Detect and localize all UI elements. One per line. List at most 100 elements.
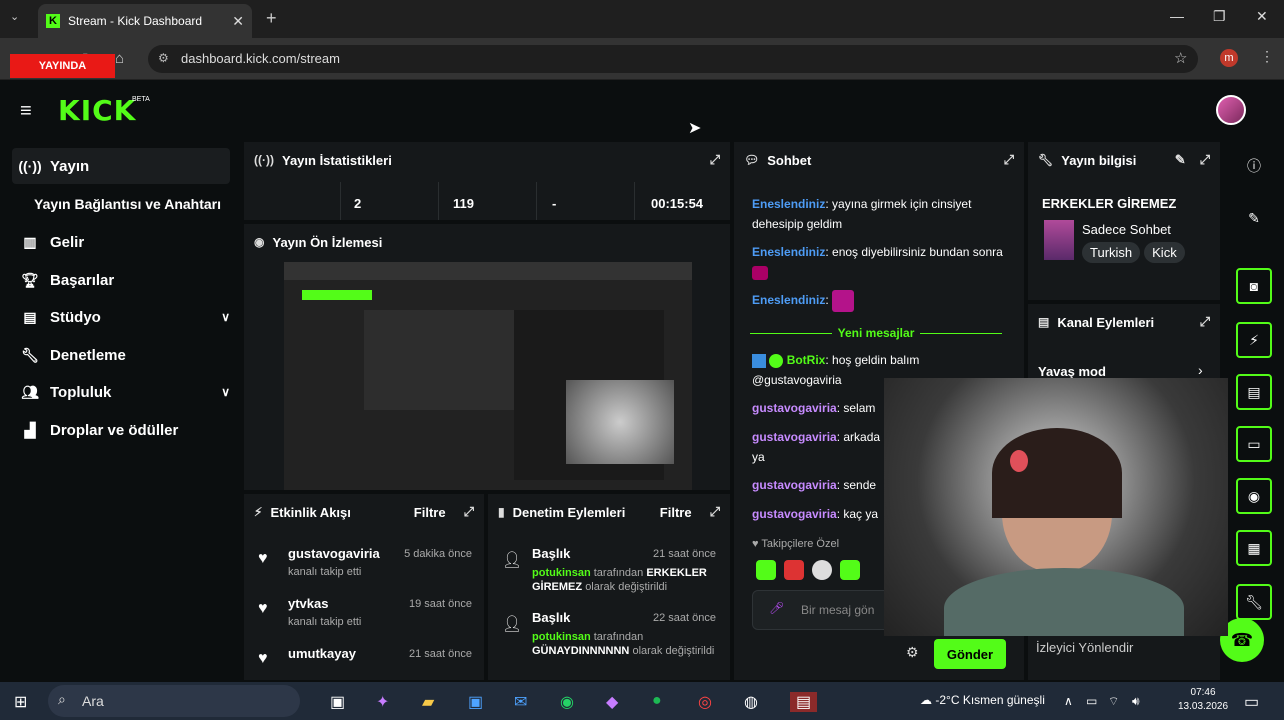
taskbar-clock[interactable]: 07:46 13.03.2026: [1178, 686, 1228, 714]
kick-logo[interactable]: KICK: [58, 94, 136, 127]
sidebar-item-basarilar[interactable]: 🏆︎ Başarılar: [12, 262, 230, 298]
document-icon[interactable]: ▤: [1236, 374, 1272, 410]
edit-pencil-icon[interactable]: ✎: [1175, 152, 1186, 168]
stream-preview-video[interactable]: [284, 262, 692, 490]
url-field[interactable]: ⚙ dashboard.kick.com/stream: [148, 45, 1198, 73]
copilot-icon[interactable]: ✦: [376, 692, 389, 712]
channel-icon[interactable]: ▦: [1236, 530, 1272, 566]
m365-icon[interactable]: ◆: [606, 692, 618, 712]
search-placeholder: Ara: [82, 693, 104, 709]
activity-user[interactable]: umutkayay: [288, 646, 356, 661]
file-explorer-icon[interactable]: ▰: [422, 692, 434, 712]
browser-tab-bar: ⌄ K Stream - Kick Dashboard ✕ + — ❐ ✕: [0, 0, 1284, 38]
mail-icon[interactable]: ✉: [514, 692, 527, 712]
broadcast-icon: ((·)): [18, 158, 42, 174]
volume-icon[interactable]: 🔊︎: [1132, 694, 1140, 709]
mic-icon[interactable]: 🎤︎: [769, 601, 784, 615]
new-tab-icon[interactable]: +: [266, 8, 277, 29]
preview-toggle-icon[interactable]: ◙: [1236, 268, 1272, 304]
maximize-icon[interactable]: ❐: [1213, 8, 1226, 25]
browser-tab[interactable]: K Stream - Kick Dashboard ✕: [38, 4, 252, 38]
broadcast-icon[interactable]: ◉: [1236, 478, 1272, 514]
edit-pencil-icon[interactable]: ✎: [1236, 200, 1272, 236]
minimize-icon[interactable]: —: [1170, 8, 1184, 24]
sidebar-item-stream-key[interactable]: Yayın Bağlantısı ve Anahtarı: [12, 186, 230, 222]
filter-button[interactable]: Filtre: [414, 505, 446, 520]
store-icon[interactable]: ▣: [468, 692, 483, 712]
new-messages-divider[interactable]: Yeni mesajlar: [744, 326, 1008, 340]
sidebar-item-droplar[interactable]: ▟ Droplar ve ödüller: [12, 412, 230, 448]
activity-user[interactable]: ytvkas: [288, 596, 328, 611]
spotify-icon[interactable]: ●: [652, 692, 662, 710]
chat-user[interactable]: Eneslendiniz: [752, 293, 825, 307]
settings-gear-icon[interactable]: ⚙: [906, 644, 919, 661]
expand-icon[interactable]: ⤢: [710, 152, 720, 168]
emote-icon[interactable]: [784, 560, 804, 580]
emote-icon[interactable]: [812, 560, 832, 580]
kick-favicon-icon: K: [46, 14, 60, 28]
wrench-icon[interactable]: 🔧︎: [1236, 584, 1272, 620]
expand-icon[interactable]: ⤢: [1200, 314, 1210, 330]
chat-user[interactable]: gustavogaviria: [752, 507, 837, 521]
slow-mode-item[interactable]: Yavaş mod: [1038, 364, 1106, 379]
emote-icon[interactable]: [756, 560, 776, 580]
filter-button[interactable]: Filtre: [660, 505, 692, 520]
windows-start-icon[interactable]: ⊞: [14, 692, 27, 712]
moderation-user[interactable]: potukinsan: [532, 567, 591, 579]
expand-icon[interactable]: ⤢: [1004, 152, 1014, 168]
sidebar-item-yayin[interactable]: ((·)) Yayın: [12, 148, 230, 184]
chat-user[interactable]: Eneslendiniz: [752, 245, 825, 259]
taskbar-search[interactable]: ⌕ Ara: [48, 685, 300, 717]
sidebar-item-studyo[interactable]: ▤ Stüdyo ∨: [12, 299, 230, 335]
moderation-user[interactable]: potukinsan: [532, 631, 591, 643]
chat-user[interactable]: gustavogaviria: [752, 401, 837, 415]
sidebar-item-denetleme[interactable]: 🔧︎ Denetleme: [12, 337, 230, 373]
panel-title: Kanal Eylemleri: [1057, 314, 1155, 330]
chevron-right-icon[interactable]: ›: [1198, 362, 1203, 378]
notification-icon[interactable]: ▭: [1244, 692, 1259, 712]
expand-icon[interactable]: ⤢: [1200, 152, 1210, 168]
tag-chip[interactable]: Kick: [1144, 242, 1185, 263]
sidebar-item-topluluk[interactable]: 👥︎ Topluluk ∨: [12, 374, 230, 410]
close-window-icon[interactable]: ✕: [1256, 8, 1268, 25]
home-icon[interactable]: ⌂: [115, 50, 124, 67]
network-icon[interactable]: ⌔: [1108, 694, 1119, 709]
whatsapp-icon[interactable]: ◉: [560, 692, 574, 712]
category-thumbnail[interactable]: [1044, 220, 1074, 260]
tag-chip[interactable]: Turkish: [1082, 242, 1141, 263]
hamburger-menu-icon[interactable]: ≡: [20, 100, 32, 123]
obs-icon[interactable]: ◍: [744, 692, 758, 712]
send-button[interactable]: Gönder: [934, 639, 1006, 669]
chat-user[interactable]: Eneslendiniz: [752, 197, 825, 211]
chrome-icon[interactable]: ◎: [698, 692, 712, 712]
chat-message: Eneslendiniz: enoş diyebilirsiniz bundan…: [752, 242, 1012, 282]
task-view-icon[interactable]: ▣: [330, 692, 345, 712]
profile-avatar[interactable]: m: [1220, 49, 1238, 67]
bot-badge-icon: [752, 353, 766, 368]
chat-user[interactable]: BotRix: [787, 353, 826, 367]
menu-icon[interactable]: ⋮: [1260, 48, 1274, 65]
app-icon[interactable]: ▤: [790, 692, 818, 712]
expand-icon[interactable]: ⤢: [710, 504, 720, 520]
viewer-redirect-item[interactable]: İzleyici Yönlendir: [1036, 640, 1133, 655]
tab-search-icon[interactable]: ⌄: [10, 10, 19, 23]
activity-user[interactable]: gustavogaviria: [288, 546, 380, 561]
user-avatar[interactable]: [1216, 95, 1246, 125]
emote-icon[interactable]: [840, 560, 860, 580]
panel-title: Etkinlik Akışı: [270, 504, 351, 520]
expand-icon[interactable]: ⤢: [464, 504, 474, 520]
close-tab-icon[interactable]: ✕: [232, 13, 244, 30]
site-info-icon[interactable]: ⚙: [158, 51, 169, 65]
chat-icon[interactable]: ▭: [1236, 426, 1272, 462]
category-name[interactable]: Sadece Sohbet: [1082, 222, 1171, 237]
lightning-icon[interactable]: ⚡︎: [1236, 322, 1272, 358]
info-icon[interactable]: ⓘ: [1236, 148, 1272, 184]
bookmark-star-icon[interactable]: ☆: [1174, 49, 1187, 67]
weather-widget[interactable]: ☁ -2°C Kısmen güneşli: [920, 693, 1045, 707]
sidebar-item-gelir[interactable]: ▥ Gelir: [12, 224, 230, 260]
chat-placeholder: Bir mesaj gön: [801, 603, 875, 617]
chat-user[interactable]: gustavogaviria: [752, 430, 837, 444]
tray-chevron-icon[interactable]: ∧: [1064, 694, 1073, 708]
chat-user[interactable]: gustavogaviria: [752, 478, 837, 492]
battery-icon[interactable]: ▭: [1086, 694, 1097, 708]
